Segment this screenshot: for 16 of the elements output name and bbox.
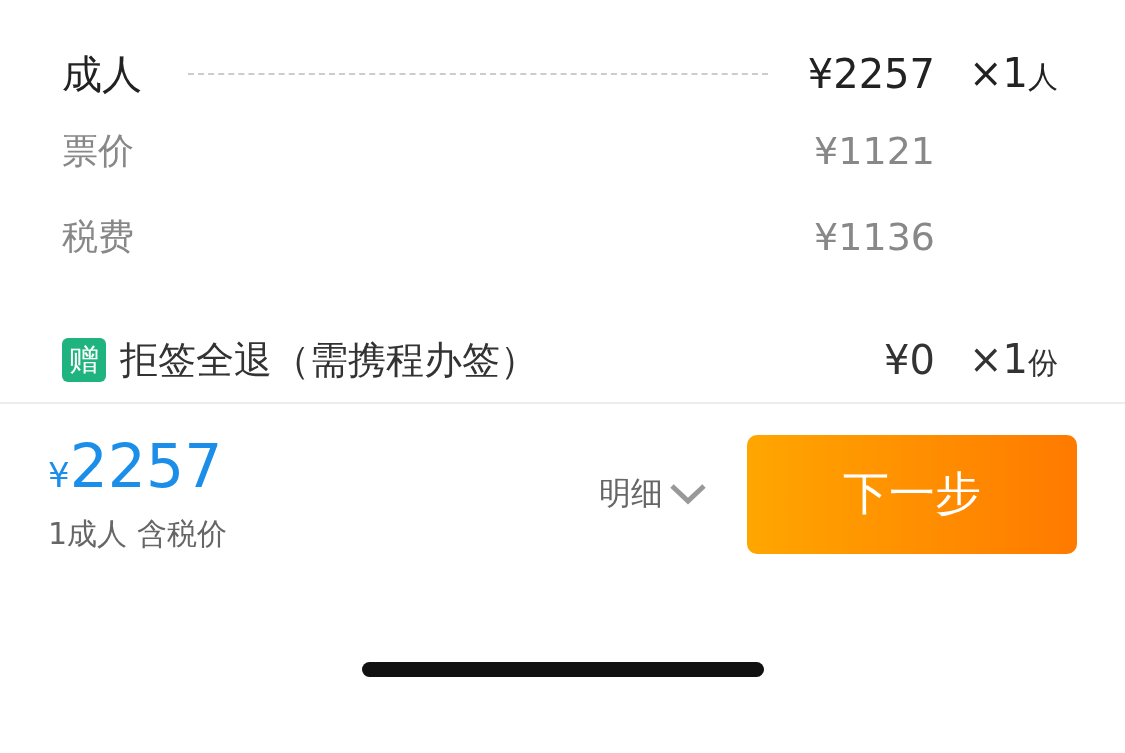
chevron-down-icon — [669, 483, 707, 505]
fee-price: ¥1136 — [814, 215, 935, 259]
price-note: 1成人 含税价 — [48, 515, 228, 553]
home-indicator[interactable] — [361, 662, 764, 677]
passenger-quantity: ×1人 — [969, 50, 1057, 98]
fee-label: 票价 — [62, 128, 134, 173]
gift-badge: 赠 — [62, 338, 106, 382]
gift-quantity: ×1份 — [969, 336, 1057, 384]
gift-price: ¥0 — [884, 337, 935, 383]
total-price: ¥2257 — [48, 433, 224, 503]
details-toggle[interactable]: 明细 — [599, 472, 707, 516]
passenger-price: ¥2257 — [807, 51, 935, 97]
fee-label: 税费 — [62, 214, 134, 259]
fee-price: ¥1121 — [814, 129, 935, 173]
gift-label: 拒签全退（需携程办签） — [120, 336, 538, 384]
passenger-type: 成人 — [62, 49, 142, 99]
